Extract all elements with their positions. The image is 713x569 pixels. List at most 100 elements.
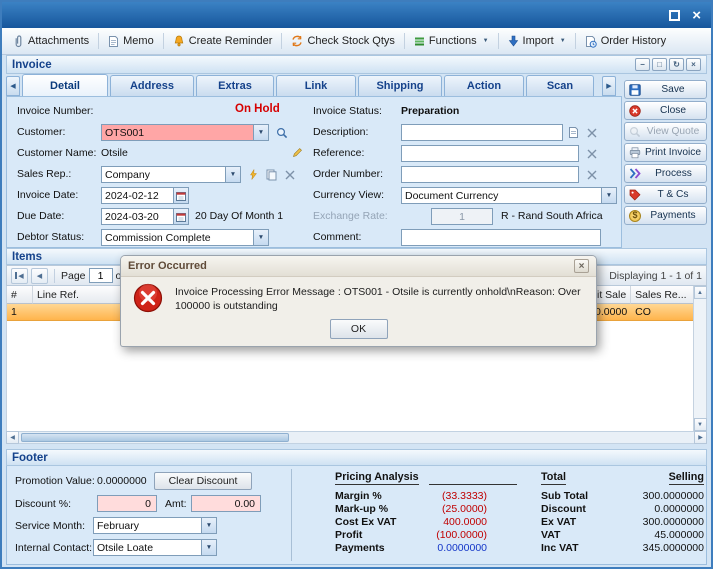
create-reminder-button[interactable]: Create Reminder: [167, 32, 279, 51]
column-header-sales-rep[interactable]: Sales Re...: [631, 286, 693, 304]
clear-discount-button[interactable]: Clear Discount: [154, 472, 252, 490]
discount-value: 0: [145, 498, 151, 510]
reference-clear-button[interactable]: [583, 145, 600, 162]
totals-block: Total Selling Sub Total300.0000000 Disco…: [541, 471, 704, 554]
tab-detail[interactable]: Detail: [22, 74, 108, 96]
chevron-down-icon[interactable]: ▼: [225, 167, 240, 182]
dialog-close-icon[interactable]: ×: [574, 259, 589, 273]
panel-restore-icon[interactable]: □: [652, 58, 667, 71]
functions-button[interactable]: Functions ▼: [408, 32, 495, 50]
check-stock-label: Check Stock Qtys: [307, 35, 394, 47]
description-note-button[interactable]: [565, 124, 582, 141]
tab-address[interactable]: Address: [110, 75, 194, 96]
app-window: × Attachments Memo Create Reminder Check…: [0, 0, 713, 569]
close-button[interactable]: Close: [624, 101, 707, 120]
column-header-num[interactable]: #: [7, 286, 33, 304]
total-row-sub-total: Sub Total300.0000000: [541, 489, 704, 502]
debtor-status-combo[interactable]: Commission Complete ▼: [101, 229, 269, 246]
tab-link[interactable]: Link: [276, 75, 356, 96]
totals-title: Total: [541, 471, 566, 485]
panel-close-icon[interactable]: ×: [686, 58, 701, 71]
invoice-date-field[interactable]: 2024-02-12: [101, 187, 189, 204]
customer-name-value: Otsile: [101, 147, 128, 159]
cell-num: 1: [7, 304, 33, 320]
tab-action[interactable]: Action: [444, 75, 524, 96]
description-clear-button[interactable]: [583, 124, 600, 141]
chevron-down-icon[interactable]: ▼: [201, 518, 216, 533]
service-month-combo[interactable]: February ▼: [93, 517, 217, 534]
scroll-up-icon[interactable]: ▲: [694, 286, 707, 299]
process-button[interactable]: Process: [624, 164, 707, 183]
window-titlebar: ×: [2, 2, 711, 28]
promotion-value-label: Promotion Value:: [15, 475, 95, 487]
scroll-left-icon[interactable]: ◀: [6, 431, 19, 444]
panel-refresh-icon[interactable]: ↻: [669, 58, 684, 71]
tab-scroll-left-button[interactable]: ◀: [6, 76, 20, 96]
scroll-right-icon[interactable]: ▶: [694, 431, 707, 444]
horizontal-scroll-thumb[interactable]: [21, 433, 289, 442]
tab-extras[interactable]: Extras: [196, 75, 274, 96]
sales-rep-apply-button[interactable]: [245, 166, 262, 183]
sales-rep-combo[interactable]: Company ▼: [101, 166, 241, 183]
chevron-down-icon: ▼: [483, 38, 489, 44]
grid-vertical-scrollbar[interactable]: ▲ ▼: [693, 286, 706, 431]
chevron-down-icon[interactable]: ▼: [601, 188, 616, 203]
tab-scroll-right-button[interactable]: ▶: [602, 76, 616, 96]
customer-edit-button[interactable]: [289, 144, 306, 161]
import-label: Import: [523, 35, 554, 47]
order-number-input[interactable]: [401, 166, 579, 183]
comment-input[interactable]: [401, 229, 601, 246]
sales-rep-label: Sales Rep.:: [17, 168, 71, 180]
window-close-icon[interactable]: ×: [692, 8, 701, 23]
fullscreen-icon[interactable]: [669, 10, 680, 21]
order-history-button[interactable]: Order History: [579, 32, 672, 51]
print-invoice-button[interactable]: Print Invoice: [624, 143, 707, 162]
amt-value: 0.00: [235, 498, 255, 510]
order-number-clear-button[interactable]: [583, 166, 600, 183]
error-dialog-titlebar[interactable]: Error Occurred ×: [121, 256, 596, 277]
discount-input[interactable]: 0: [97, 495, 157, 512]
toolbar-separator: [163, 33, 164, 49]
ok-button[interactable]: OK: [330, 319, 388, 339]
grid-horizontal-scrollbar[interactable]: ◀ ▶: [6, 431, 707, 444]
tab-link-label: Link: [305, 80, 328, 92]
chevron-down-icon[interactable]: ▼: [253, 230, 268, 245]
payments-button[interactable]: $ Payments: [624, 206, 707, 225]
sales-rep-clear-button[interactable]: [281, 166, 298, 183]
memo-label: Memo: [123, 35, 154, 47]
memo-button[interactable]: Memo: [102, 32, 160, 51]
customer-combo[interactable]: OTS001 ▼: [101, 124, 269, 141]
panel-minimize-icon[interactable]: −: [635, 58, 650, 71]
import-icon: [508, 35, 519, 47]
reference-input[interactable]: [401, 145, 579, 162]
tab-shipping[interactable]: Shipping: [358, 75, 442, 96]
service-month-label: Service Month:: [15, 520, 85, 532]
save-button[interactable]: Save: [624, 80, 707, 99]
chevron-down-icon[interactable]: ▼: [253, 125, 268, 140]
attachments-button[interactable]: Attachments: [7, 32, 95, 51]
internal-contact-combo[interactable]: Otsile Loate ▼: [93, 539, 217, 556]
due-date-field[interactable]: 2024-03-20: [101, 208, 189, 225]
customer-search-button[interactable]: [273, 124, 290, 141]
tab-scan[interactable]: Scan: [526, 75, 594, 96]
tcs-button[interactable]: T & Cs: [624, 185, 707, 204]
chevron-down-icon[interactable]: ▼: [201, 540, 216, 555]
invoice-date-value: 2024-02-12: [102, 188, 173, 203]
sales-rep-copy-button[interactable]: [263, 166, 280, 183]
calendar-icon[interactable]: [173, 209, 188, 224]
paging-first-button[interactable]: ◀: [11, 268, 28, 284]
total-row-discount: Discount0.0000000: [541, 502, 704, 515]
internal-contact-value: Otsile Loate: [94, 540, 201, 555]
paging-prev-button[interactable]: ◀: [31, 268, 48, 284]
amt-input[interactable]: 0.00: [191, 495, 261, 512]
check-stock-button[interactable]: Check Stock Qtys: [285, 32, 400, 50]
exchange-rate-value: 1: [459, 211, 465, 223]
clear-discount-label: Clear Discount: [169, 475, 238, 487]
page-input[interactable]: [89, 268, 113, 283]
description-input[interactable]: [401, 124, 563, 141]
import-button[interactable]: Import ▼: [502, 32, 572, 50]
cell-sales-rep: CO: [631, 304, 693, 320]
currency-view-combo[interactable]: Document Currency ▼: [401, 187, 617, 204]
scroll-down-icon[interactable]: ▼: [694, 418, 707, 431]
calendar-icon[interactable]: [173, 188, 188, 203]
